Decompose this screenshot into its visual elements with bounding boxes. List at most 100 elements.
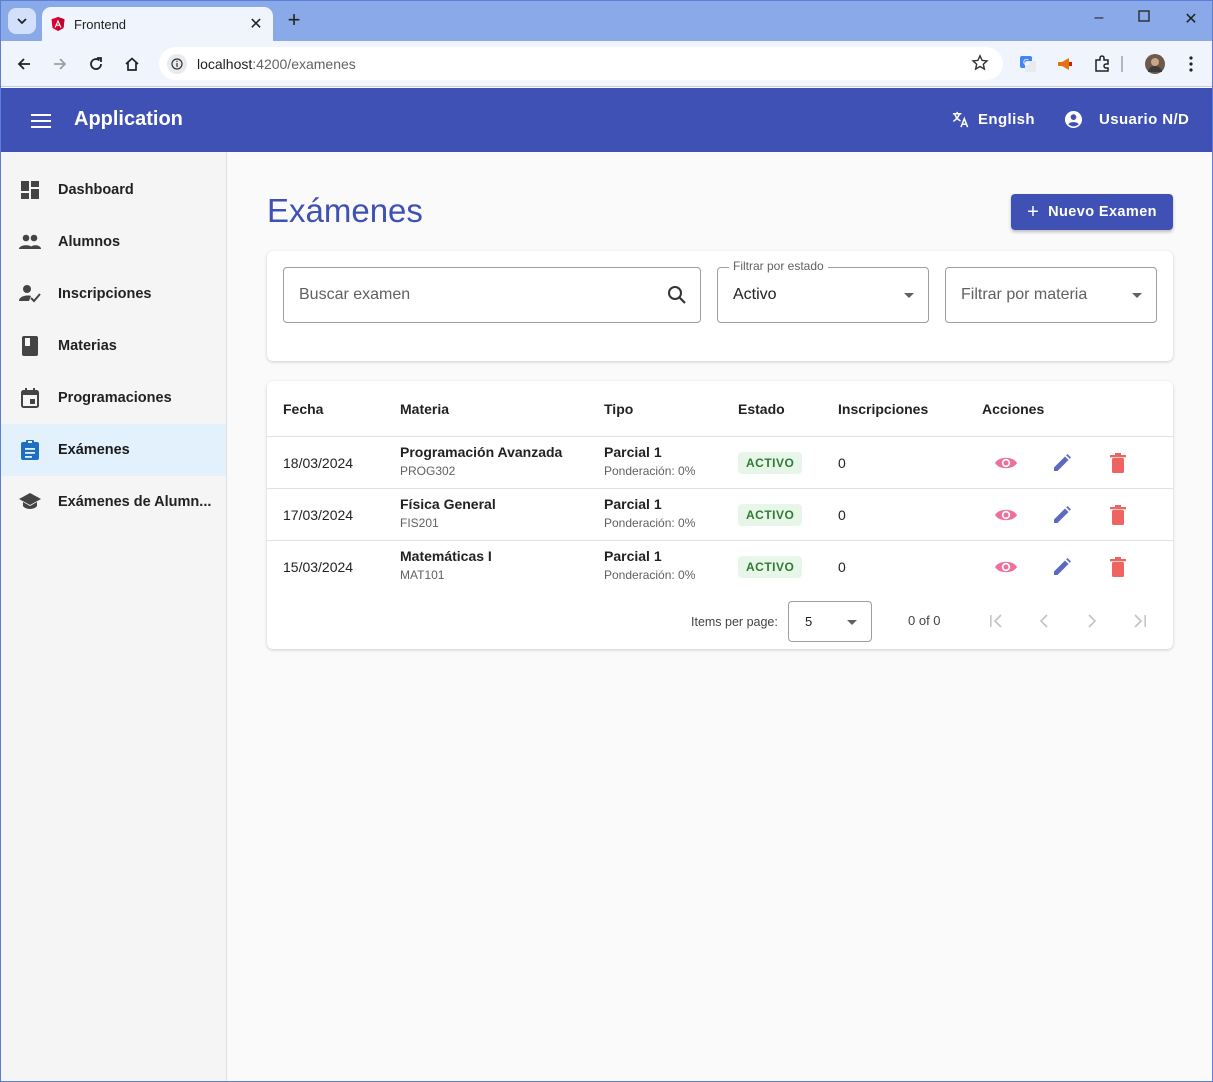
svg-text:G: G: [1023, 58, 1029, 67]
angular-icon: [51, 17, 65, 31]
delete-button[interactable]: [1106, 503, 1130, 527]
column-header-materia[interactable]: Materia: [400, 401, 449, 417]
cell-tipo: Parcial 1 Ponderación: 0%: [604, 496, 695, 530]
dashboard-icon: [19, 179, 41, 201]
tab-search-button[interactable]: [8, 8, 36, 34]
close-window-button[interactable]: ✕: [1179, 9, 1203, 29]
edit-button[interactable]: [1050, 451, 1074, 475]
how-to-reg-icon: [19, 283, 41, 305]
previous-page-button[interactable]: [1034, 611, 1054, 631]
cell-inscripciones: 0: [838, 507, 846, 523]
items-per-page-label: Items per page:: [691, 615, 778, 629]
megaphone-extension-icon[interactable]: [1055, 54, 1075, 74]
browser-tab-bar: Frontend ✕ + – ✕: [1, 1, 1212, 41]
maximize-button[interactable]: [1132, 9, 1156, 27]
page-size-select[interactable]: 5: [788, 601, 872, 642]
cell-inscripciones: 0: [838, 559, 846, 575]
filter-card: Buscar examen Filtrar por estado Activo …: [267, 251, 1173, 361]
account-circle-icon: [1064, 110, 1083, 129]
pencil-icon: [1054, 506, 1071, 523]
address-bar[interactable]: localhost:4200/examenes: [159, 47, 1003, 80]
view-button[interactable]: [994, 503, 1018, 527]
tab-title: Frontend: [74, 16, 127, 32]
materia-name: Física General: [400, 496, 496, 512]
language-label: English: [978, 111, 1035, 128]
site-info-icon[interactable]: [167, 53, 187, 74]
sidebar-item-alumnos[interactable]: Alumnos: [1, 216, 226, 268]
table-row[interactable]: 15/03/2024 Matemáticas I MAT101 Parcial …: [267, 541, 1173, 593]
bookmark-star-icon[interactable]: [971, 54, 989, 72]
translate-icon: [952, 111, 969, 128]
trash-icon: [1110, 505, 1126, 525]
next-page-button[interactable]: [1082, 611, 1102, 631]
sidebar-item-label: Exámenes de Alumn...: [58, 494, 212, 510]
sidebar-item-examenes[interactable]: Exámenes: [1, 424, 226, 476]
column-header-fecha[interactable]: Fecha: [283, 401, 323, 417]
cell-inscripciones: 0: [838, 455, 846, 471]
eye-icon: [995, 561, 1017, 573]
browser-tab[interactable]: Frontend ✕: [42, 7, 273, 41]
sidebar-item-dashboard[interactable]: Dashboard: [1, 164, 226, 216]
extensions-puzzle-icon[interactable]: [1092, 54, 1112, 74]
browser-menu-icon[interactable]: [1181, 54, 1201, 74]
column-header-acciones: Acciones: [982, 401, 1045, 417]
search-icon[interactable]: [666, 284, 688, 306]
sidebar-item-programaciones[interactable]: Programaciones: [1, 372, 226, 424]
reload-icon: [90, 57, 102, 70]
menu-icon[interactable]: [31, 114, 51, 132]
edit-button[interactable]: [1050, 555, 1074, 579]
language-button[interactable]: English: [951, 110, 1035, 129]
url-text: localhost:4200/examenes: [197, 55, 356, 72]
browser-window: Frontend ✕ + – ✕ localhost:4200/examenes: [0, 0, 1213, 1082]
tab-close-icon[interactable]: ✕: [247, 14, 265, 34]
forward-button[interactable]: [49, 53, 71, 75]
delete-button[interactable]: [1106, 555, 1130, 579]
eye-icon: [995, 509, 1017, 521]
materia-code: PROG302: [400, 464, 456, 478]
translate-extension-icon[interactable]: G: [1018, 54, 1038, 74]
calendar-icon: [19, 387, 41, 409]
sidebar-item-materias[interactable]: Materias: [1, 320, 226, 372]
sidebar-item-inscripciones[interactable]: Inscripciones: [1, 268, 226, 320]
pencil-icon: [1054, 558, 1071, 575]
delete-button[interactable]: [1106, 451, 1130, 475]
dropdown-arrow-icon: [904, 293, 914, 298]
user-name: Usuario N/D: [1099, 111, 1190, 128]
user-menu-button[interactable]: Usuario N/D: [1064, 110, 1189, 129]
pencil-icon: [1054, 454, 1071, 471]
cell-materia: Programación Avanzada PROG302: [400, 444, 562, 478]
arrow-right-icon: [54, 58, 67, 70]
status-badge: ACTIVO: [738, 556, 803, 578]
sidebar-item-label: Alumnos: [58, 234, 121, 250]
back-button[interactable]: [13, 53, 35, 75]
new-exam-button[interactable]: + Nuevo Examen: [1011, 194, 1173, 230]
estado-value: Activo: [733, 286, 777, 303]
sidebar-item-examenes-alumnos[interactable]: Exámenes de Alumn...: [1, 476, 226, 528]
dropdown-arrow-icon: [1132, 293, 1142, 298]
materia-select[interactable]: Filtrar por materia: [945, 267, 1157, 323]
column-header-inscripciones[interactable]: Inscripciones: [838, 401, 928, 417]
estado-select[interactable]: Filtrar por estado Activo: [717, 259, 929, 323]
last-page-button[interactable]: [1130, 611, 1150, 631]
view-button[interactable]: [994, 555, 1018, 579]
sidebar-item-label: Inscripciones: [58, 286, 152, 302]
edit-button[interactable]: [1050, 503, 1074, 527]
ponderacion: Ponderación: 0%: [604, 464, 696, 478]
first-page-button[interactable]: [986, 611, 1006, 631]
column-header-tipo[interactable]: Tipo: [604, 401, 633, 417]
home-button[interactable]: [121, 53, 143, 75]
cell-fecha: 18/03/2024: [283, 455, 354, 471]
profile-avatar[interactable]: [1145, 54, 1165, 74]
table-row[interactable]: 18/03/2024 Programación Avanzada PROG302…: [267, 437, 1173, 489]
app-title: Application: [74, 108, 183, 130]
materia-name: Matemáticas I: [400, 548, 492, 564]
minimize-button[interactable]: –: [1087, 9, 1111, 27]
column-header-estado[interactable]: Estado: [738, 401, 785, 417]
search-input[interactable]: Buscar examen: [283, 267, 701, 323]
page-range-label: 0 of 0: [908, 613, 941, 628]
new-tab-button[interactable]: +: [283, 9, 305, 31]
view-button[interactable]: [994, 451, 1018, 475]
reload-button[interactable]: [85, 53, 107, 75]
table-row[interactable]: 17/03/2024 Física General FIS201 Parcial…: [267, 489, 1173, 541]
chevron-right-icon: [1088, 614, 1097, 628]
